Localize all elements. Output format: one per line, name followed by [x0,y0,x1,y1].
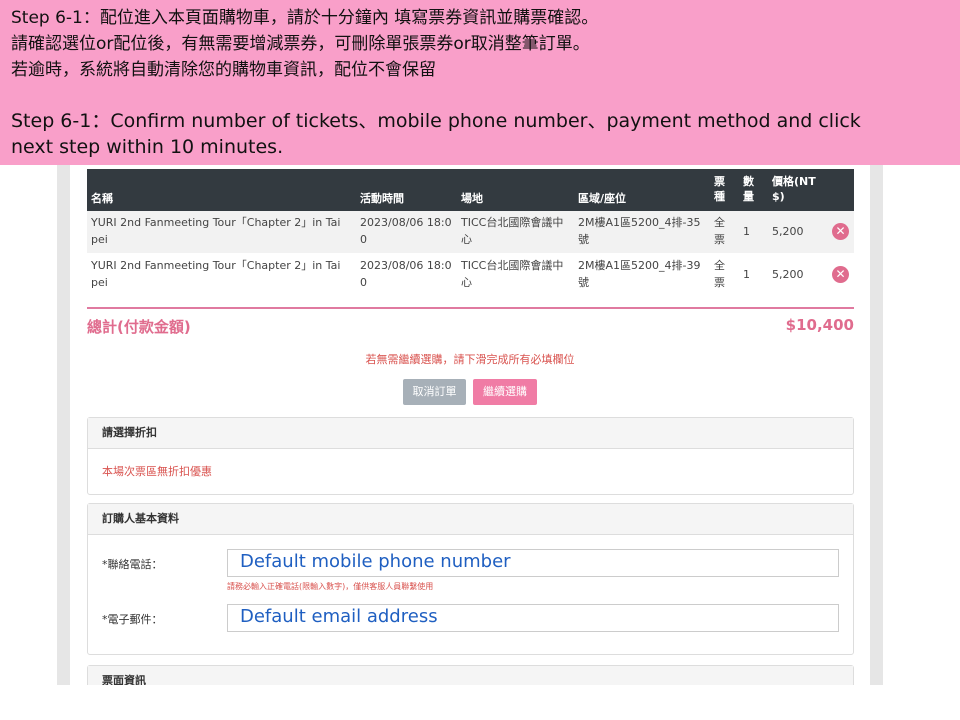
email-input-value: Default email address [240,606,438,627]
instruction-line: Step 6-1：配位進入本頁面購物車，請於十分鐘內 填寫票券資訊並購票確認。 [11,8,599,28]
instruction-line: 請確認選位or配位後，有無需要增減票券，可刪除單張票券or取消整筆訂單。 [11,34,590,54]
cell-name: YURI 2nd Fanmeeting Tour「Chapter 2」in Ta… [91,216,341,246]
cell-area: 2M樓A1區5200_4排-39 號 [578,259,701,289]
remove-ticket-icon[interactable]: ✕ [832,223,849,240]
header-time: 活動時間 [360,192,404,205]
discount-text: 本場次票區無折扣優惠 [102,465,212,478]
remove-ticket-icon[interactable]: ✕ [832,266,849,283]
header-name: 名稱 [91,192,113,205]
cell-price: 5,200 [772,268,804,281]
cell-time: 2023/08/06 18:0 0 [360,259,452,289]
cell-time: 2023/08/06 18:0 0 [360,216,452,246]
header-qty: 數 量 [743,174,754,204]
header-price-line: 價格(NT [772,175,816,188]
cell-price: 5,200 [772,225,804,238]
header-type-line: 種 [714,190,725,203]
total-amount: $10,400 [785,316,854,334]
cell-qty: 1 [743,225,750,238]
header-area: 區域/座位 [578,192,627,205]
email-label: *電子郵件： [102,613,163,626]
continue-shopping-button[interactable]: 繼續選購 [473,379,537,405]
cell-area: 2M樓A1區5200_4排-35 號 [578,216,701,246]
phone-input-value: Default mobile phone number [240,551,511,572]
email-input[interactable]: Default email address [227,604,839,632]
phone-label: *聯絡電話： [102,558,163,571]
cell-type: 全票 [714,216,725,246]
cell-qty: 1 [743,268,750,281]
phone-input[interactable]: Default mobile phone number [227,549,839,577]
cancel-order-button[interactable]: 取消訂單 [403,379,466,405]
instruction-banner: Step 6-1：配位進入本頁面購物車，請於十分鐘內 填寫票券資訊並購票確認。 … [0,0,960,165]
buyer-info-card: 訂購人基本資料 *聯絡電話： Default mobile phone numb… [87,503,854,655]
table-row: YURI 2nd Fanmeeting Tour「Chapter 2」in Ta… [87,211,854,253]
header-type: 票 種 [714,174,725,204]
total-divider [87,307,854,309]
discount-title: 請選擇折扣 [88,418,853,449]
cart-panel: 名稱 活動時間 場地 區域/座位 票 種 數 量 價格(NT $) YURI 2… [70,165,870,685]
header-qty-line: 量 [743,190,754,203]
table-row: YURI 2nd Fanmeeting Tour「Chapter 2」in Ta… [87,254,854,296]
header-price-line: $) [772,190,785,203]
header-qty-line: 數 [743,175,754,188]
instruction-line: 若逾時，系統將自動清除您的購物車資訊，配位不會保留 [11,60,436,80]
cell-venue: TICC台北國際會議中心 [461,216,564,246]
instruction-line: next step within 10 minutes. [11,136,284,158]
discount-card: 請選擇折扣 本場次票區無折扣優惠 [87,417,854,495]
phone-hint: 請務必輸入正確電話(限輸入數字)，僅供客服人員聯繫使用 [227,582,434,591]
ticket-info-title: 票面資訊 [88,666,853,685]
cell-name: YURI 2nd Fanmeeting Tour「Chapter 2」in Ta… [91,259,341,289]
instruction-line: Step 6-1：Confirm number of tickets、mobil… [11,110,861,132]
scroll-notice: 若無需繼續選購，請下滑完成所有必填欄位 [365,353,575,366]
header-venue: 場地 [461,192,483,205]
buyer-info-title: 訂購人基本資料 [88,504,853,535]
cell-type: 全票 [714,259,725,289]
total-label: 總計(付款金額) [87,318,191,336]
cart-table-header: 名稱 活動時間 場地 區域/座位 票 種 數 量 價格(NT $) [87,169,854,211]
header-type-line: 票 [714,175,725,188]
header-price: 價格(NT $) [772,174,816,204]
ticket-info-card: 票面資訊 [87,665,854,685]
cell-venue: TICC台北國際會議中心 [461,259,564,289]
